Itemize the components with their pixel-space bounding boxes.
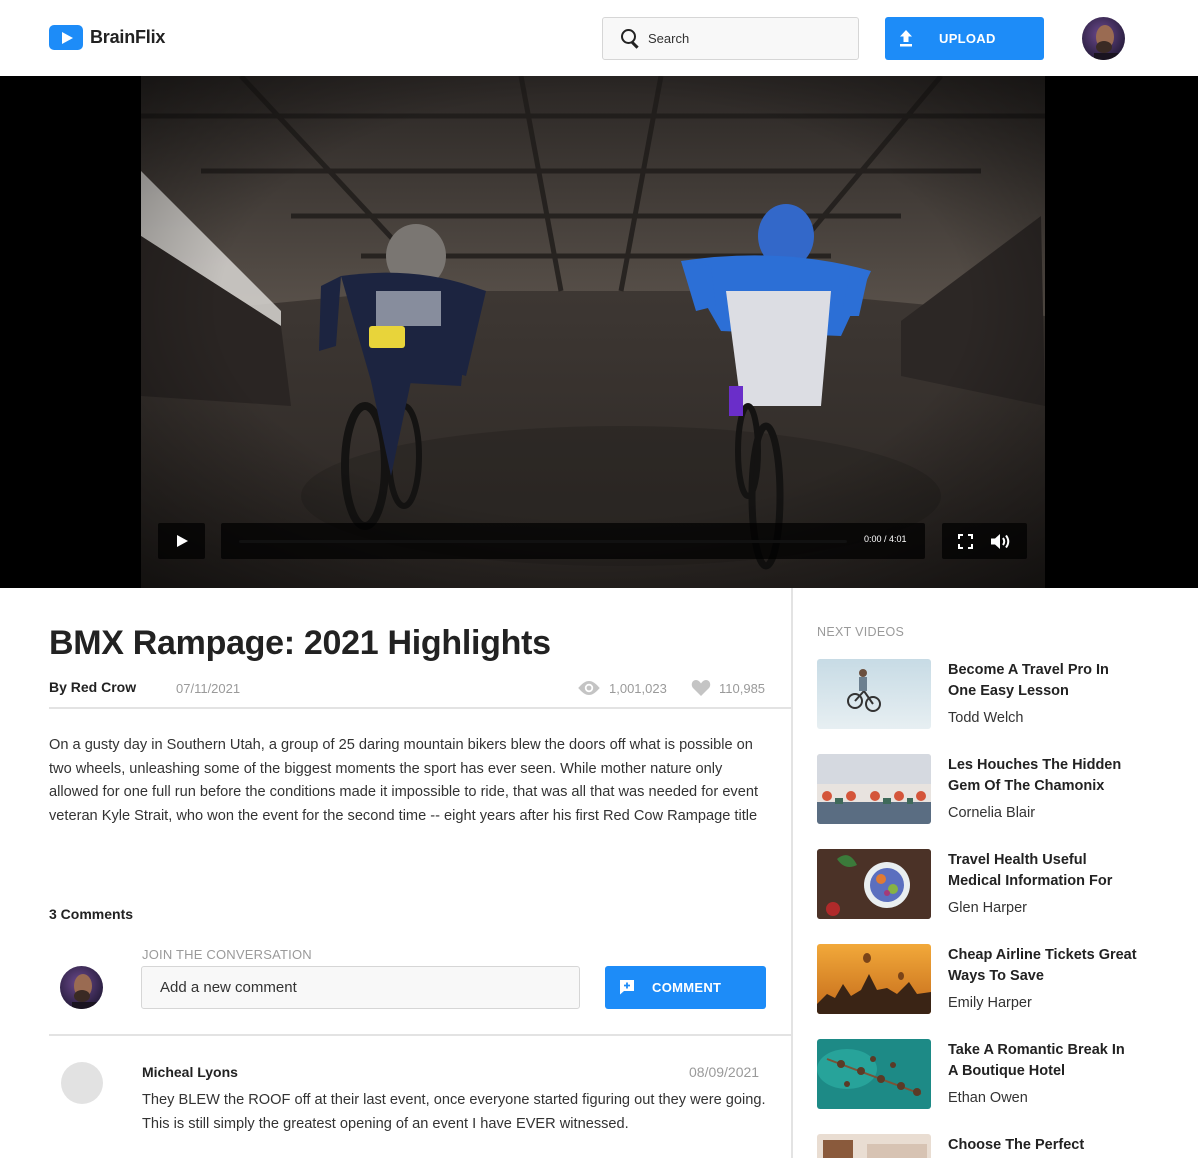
heart-icon[interactable] (691, 679, 711, 697)
comment-input[interactable]: Add a new comment (141, 966, 580, 1009)
video-thumbnail (817, 754, 931, 824)
play-button[interactable] (158, 523, 205, 559)
next-video-item[interactable]: Take A Romantic Break In A Boutique Hote… (817, 1039, 1137, 1109)
next-video-author: Todd Welch (948, 710, 1024, 726)
comments-count: 3 Comments (49, 906, 134, 922)
next-video-author: Emily Harper (948, 995, 1032, 1011)
next-video-title: Take A Romantic Break In A Boutique Hote… (948, 1042, 1125, 1079)
next-video-item[interactable]: Les Houches The Hidden Gem Of The Chamon… (817, 754, 1137, 824)
comment-author: Micheal Lyons (142, 1064, 238, 1080)
next-video-title: Cheap Airline Tickets Great Ways To Save (948, 947, 1137, 984)
next-video-author: Ethan Owen (948, 1090, 1028, 1106)
channel-byline: By Red Crow (49, 679, 137, 695)
next-video-title: Choose The Perfect (948, 1137, 1085, 1153)
commenter-avatar (60, 966, 103, 1009)
top-header: BrainFlix Search UPLOAD (0, 0, 1198, 76)
volume-icon[interactable] (990, 533, 1012, 550)
fullscreen-icon[interactable] (958, 534, 973, 549)
brainflix-logo[interactable]: BrainFlix (49, 25, 165, 50)
logo-text: BrainFlix (90, 27, 166, 47)
comment-author-avatar (61, 1062, 103, 1104)
next-video-item[interactable]: Cheap Airline Tickets Great Ways To Save… (817, 944, 1137, 1014)
next-video-title: Travel Health Useful Medical Information… (948, 852, 1113, 889)
upload-button[interactable]: UPLOAD (885, 17, 1044, 60)
player-right-controls (942, 523, 1027, 559)
video-frame[interactable]: 0:00 / 4:01 (141, 76, 1045, 588)
comments-divider (49, 1034, 791, 1036)
video-thumbnail (817, 659, 931, 729)
next-video-author: Cornelia Blair (948, 805, 1036, 821)
video-thumbnail (817, 944, 931, 1014)
video-thumbnail (817, 849, 931, 919)
time-display: 0:00 / 4:01 (864, 534, 907, 544)
comment-button-label: COMMENT (652, 980, 722, 995)
user-avatar[interactable] (1082, 17, 1125, 60)
search-icon (621, 28, 641, 49)
video-date: 07/11/2021 (176, 681, 241, 696)
next-video-author: Glen Harper (948, 900, 1027, 916)
next-video-item[interactable]: Travel Health Useful Medical Information… (817, 849, 1137, 919)
video-thumbnail (817, 1039, 931, 1109)
scrubber-bar[interactable]: 0:00 / 4:01 (221, 523, 925, 559)
progress-track[interactable] (239, 540, 847, 543)
next-video-item[interactable]: Choose The Perfect (817, 1134, 1137, 1158)
play-logo-icon (49, 25, 83, 50)
video-title: BMX Rampage: 2021 Highlights (49, 624, 551, 662)
search-placeholder: Search (648, 31, 690, 46)
add-comment-icon (620, 980, 634, 995)
video-description: On a gusty day in Southern Utah, a group… (49, 737, 759, 824)
video-poster (141, 76, 1045, 588)
eye-icon (578, 681, 600, 695)
comment-text: They BLEW the ROOF off at their last eve… (142, 1092, 766, 1132)
video-thumbnail (817, 1134, 931, 1158)
next-video-item[interactable]: Become A Travel Pro In One Easy Lesson T… (817, 659, 1137, 729)
video-player: 0:00 / 4:01 (0, 76, 1198, 588)
view-count: 1,001,023 (609, 681, 667, 696)
search-input[interactable]: Search (602, 17, 859, 60)
next-video-title: Become A Travel Pro In One Easy Lesson (948, 662, 1109, 699)
meta-divider (49, 707, 791, 709)
like-count: 110,985 (719, 681, 766, 696)
next-videos-heading: NEXT VIDEOS (817, 625, 905, 639)
comment-date: 08/09/2021 (689, 1064, 760, 1080)
comment-button[interactable]: COMMENT (605, 966, 766, 1009)
upload-icon (900, 30, 912, 47)
sidebar-divider (791, 588, 793, 1158)
join-conversation-label: JOIN THE CONVERSATION (142, 947, 312, 962)
upload-label: UPLOAD (939, 31, 996, 46)
next-video-title: Les Houches The Hidden Gem Of The Chamon… (948, 757, 1122, 794)
